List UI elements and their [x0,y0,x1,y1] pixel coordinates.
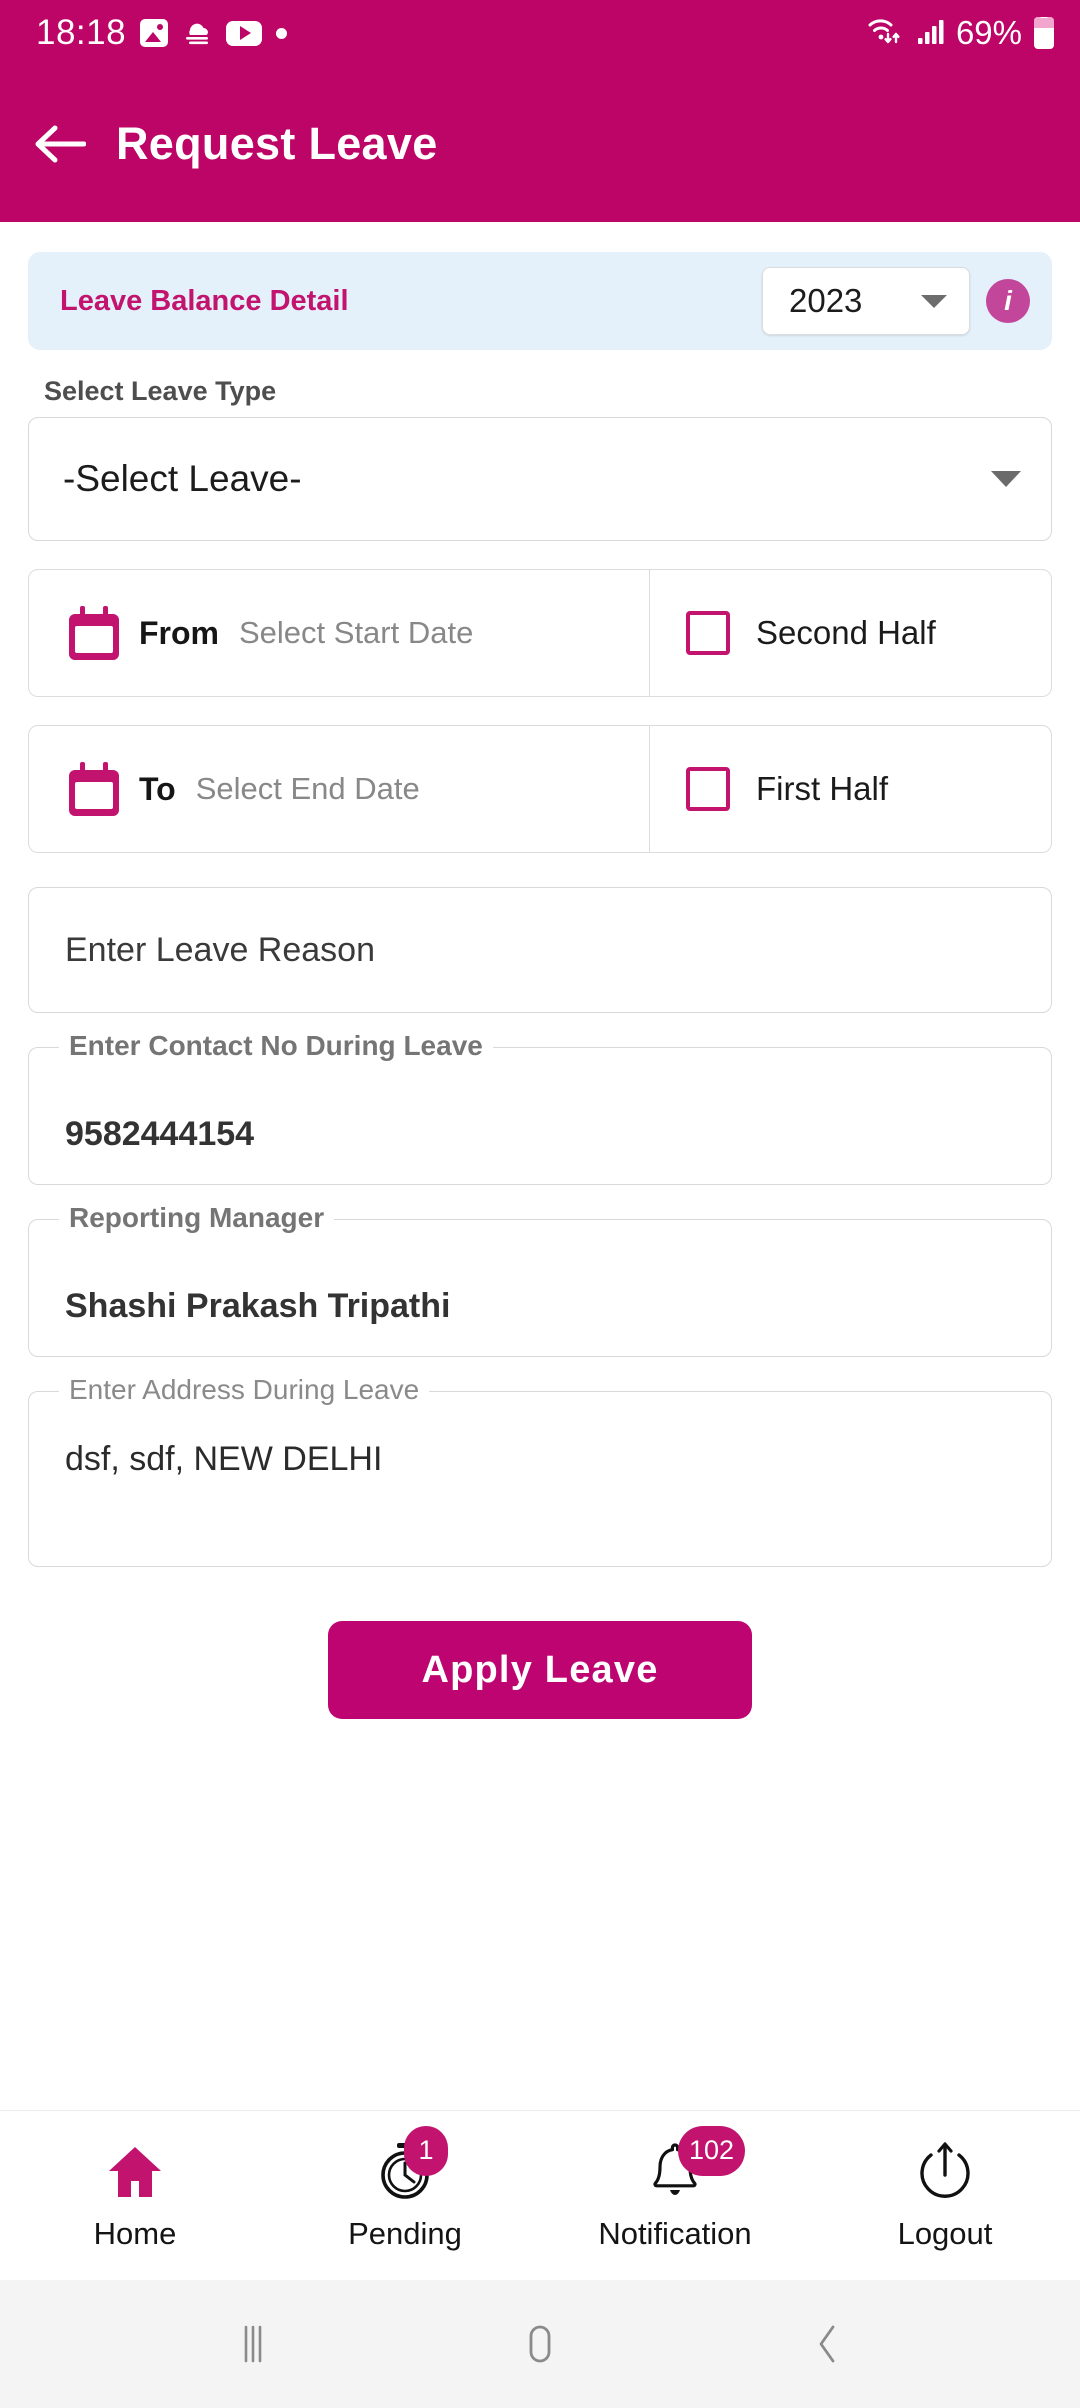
status-bar-right: 69% [866,13,1054,54]
recents-icon[interactable] [213,2314,293,2374]
first-half-checkbox-row[interactable]: First Half [649,726,1051,852]
leave-type-label: Select Leave Type [44,376,277,406]
year-value: 2023 [789,282,863,319]
contact-number-label: Enter Contact No During Leave [59,1030,493,1062]
leave-balance-bar: Leave Balance Detail 2023 i [28,252,1052,350]
signal-icon [917,16,947,51]
contact-number-value: 9582444154 [65,1115,255,1153]
reporting-manager-value: Shashi Prakash Tripathi [65,1287,451,1325]
leave-reason-field[interactable]: Enter Leave Reason [28,887,1052,1013]
battery-icon [1034,17,1054,49]
reporting-manager-label: Reporting Manager [59,1202,335,1234]
info-icon[interactable]: i [986,279,1030,323]
nav-item-logout[interactable]: Logout [810,2140,1080,2252]
from-date-placeholder: Select Start Date [239,615,474,650]
calendar-icon [69,762,119,816]
address-label: Enter Address During Leave [59,1374,430,1406]
wifi-icon [866,13,908,54]
to-date-row: To Select End Date First Half [28,725,1052,853]
apply-leave-button[interactable]: Apply Leave [328,1621,752,1719]
first-half-label: First Half [756,770,888,807]
leave-balance-title: Leave Balance Detail [60,284,349,317]
weather-cloud-icon [182,20,212,46]
reporting-manager-field[interactable]: Reporting Manager Shashi Prakash Tripath… [28,1202,1052,1357]
from-date-picker[interactable]: From Select Start Date [29,570,649,696]
android-system-nav [0,2280,1080,2408]
stopwatch-icon: 1 [372,2125,448,2202]
leave-type-dropdown[interactable]: -Select Leave- [28,417,1052,541]
contact-number-field[interactable]: Enter Contact No During Leave 9582444154 [28,1030,1052,1185]
dot-indicator-icon [276,27,288,39]
bottom-navigation: Home 1 Pending 102 Notification Logout [0,2110,1080,2280]
nav-item-notification[interactable]: 102 Notification [540,2125,810,2252]
app-screen: 18:18 69% Request Leave Leave Balance De… [0,0,1080,2408]
nav-item-pending[interactable]: 1 Pending [270,2125,540,2252]
notification-badge: 102 [678,2125,746,2176]
second-half-label: Second Half [756,614,936,651]
main-content: Leave Balance Detail 2023 i Select Leave… [0,222,1080,2110]
pending-badge: 1 [404,2125,448,2176]
nav-label-notification: Notification [598,2215,752,2251]
first-half-checkbox[interactable] [686,767,730,811]
home-circle-icon[interactable] [500,2314,580,2374]
second-half-checkbox[interactable] [686,611,730,655]
chevron-down-icon [921,294,947,308]
address-value: dsf, sdf, NEW DELHI [65,1440,383,1478]
to-label: To [139,770,176,807]
page-title: Request Leave [116,118,438,169]
bell-icon: 102 [642,2125,746,2202]
nav-label-home: Home [93,2215,177,2251]
leave-reason-placeholder: Enter Leave Reason [65,930,375,969]
from-date-row: From Select Start Date Second Half [28,569,1052,697]
to-date-picker[interactable]: To Select End Date [29,726,649,852]
second-half-checkbox-row[interactable]: Second Half [649,570,1051,696]
status-bar-left: 18:18 [36,13,288,53]
calendar-icon [69,606,119,660]
power-icon [912,2140,978,2202]
youtube-icon [226,20,263,46]
nav-label-pending: Pending [348,2215,462,2251]
gallery-icon [140,19,169,47]
leave-type-value: -Select Leave- [63,458,302,499]
home-icon [102,2140,168,2202]
back-chevron-icon[interactable] [787,2314,867,2374]
app-bar: Request Leave [0,66,1080,222]
address-field[interactable]: Enter Address During Leave dsf, sdf, NEW… [28,1374,1052,1567]
back-arrow-icon[interactable] [34,122,87,166]
status-bar: 18:18 69% [0,0,1080,66]
apply-button-wrap: Apply Leave [28,1621,1052,1719]
nav-label-logout: Logout [897,2215,993,2251]
battery-percent: 69% [955,14,1022,51]
status-time: 18:18 [36,13,127,52]
chevron-down-icon [991,471,1021,487]
nav-item-home[interactable]: Home [0,2140,270,2252]
from-label: From [139,614,219,651]
to-date-placeholder: Select End Date [195,771,420,806]
year-dropdown[interactable]: 2023 [762,267,970,335]
